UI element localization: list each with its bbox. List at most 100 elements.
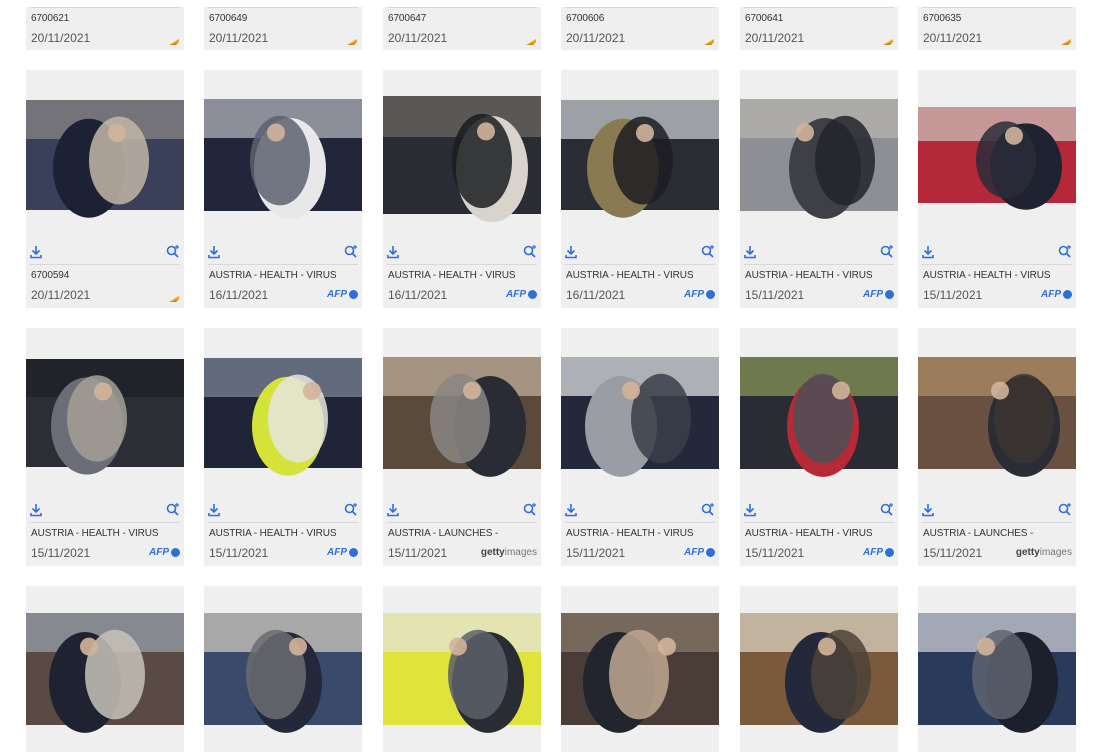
image-date: 20/11/2021	[923, 31, 983, 45]
photo-thumbnail[interactable]	[204, 586, 362, 752]
photo-thumbnail[interactable]	[740, 586, 898, 752]
afp-logo: AFP	[863, 289, 894, 300]
image-date: 16/11/2021	[209, 288, 269, 302]
download-icon[interactable]	[30, 503, 42, 517]
photo-thumbnail[interactable]	[918, 586, 1076, 752]
card-actions	[383, 500, 541, 522]
zoom-in-icon[interactable]	[880, 502, 894, 516]
card-actions	[204, 500, 362, 522]
image-title: AUSTRIA - HEALTH - VIRUS	[209, 270, 337, 281]
divider	[565, 522, 715, 523]
photo-thumbnail[interactable]	[26, 586, 184, 752]
photo-thumbnail[interactable]	[26, 328, 184, 498]
zoom-in-icon[interactable]	[166, 502, 180, 516]
photo-thumbnail[interactable]	[204, 70, 362, 240]
image-card[interactable]: AUSTRIA - HEALTH - VIRUS 15/11/2021 AFP	[740, 328, 898, 566]
image-card[interactable]: AUSTRIA - HEALTH - VIRUS 16/11/2021 AFP	[383, 70, 541, 308]
image-card[interactable]	[740, 586, 898, 752]
image-card[interactable]: AUSTRIA - HEALTH - VIRUS 16/11/2021 AFP	[204, 70, 362, 308]
image-card[interactable]: AUSTRIA - HEALTH - VIRUS 15/11/2021 AFP	[918, 70, 1076, 308]
zoom-in-icon[interactable]	[701, 244, 715, 258]
divider	[208, 264, 358, 265]
photo-thumbnail[interactable]	[918, 328, 1076, 498]
image-date: 16/11/2021	[566, 288, 626, 302]
image-card[interactable]	[383, 586, 541, 752]
zoom-in-icon[interactable]	[344, 244, 358, 258]
photo-thumbnail[interactable]	[383, 328, 541, 498]
image-card[interactable]: AUSTRIA - LAUNCHES - 15/11/2021 gettyimage…	[918, 328, 1076, 566]
image-card[interactable]: AUSTRIA - HEALTH - VIRUS 15/11/2021 AFP	[561, 328, 719, 566]
zoom-in-icon[interactable]	[880, 244, 894, 258]
zoom-in-icon[interactable]	[1058, 244, 1072, 258]
download-icon[interactable]	[208, 245, 220, 259]
zoom-in-icon[interactable]	[1058, 502, 1072, 516]
zoom-in-icon[interactable]	[344, 502, 358, 516]
divider	[922, 522, 1072, 523]
image-date: 15/11/2021	[923, 288, 983, 302]
download-icon[interactable]	[744, 245, 756, 259]
zoom-in-icon[interactable]	[166, 244, 180, 258]
image-card[interactable]: AUSTRIA - HEALTH - VIRUS 16/11/2021 AFP	[561, 70, 719, 308]
image-card[interactable]	[204, 586, 362, 752]
download-icon[interactable]	[387, 245, 399, 259]
photo-thumbnail[interactable]	[383, 586, 541, 752]
image-title: AUSTRIA - HEALTH - VIRUS	[745, 270, 873, 281]
flag-icon	[525, 33, 537, 51]
download-icon[interactable]	[387, 503, 399, 517]
image-title: AUSTRIA - LAUNCHES -	[388, 528, 499, 539]
photo-thumbnail[interactable]	[740, 70, 898, 240]
image-card[interactable]	[918, 586, 1076, 752]
image-id: 6700649	[209, 13, 248, 24]
download-icon[interactable]	[30, 245, 42, 259]
zoom-in-icon[interactable]	[523, 502, 537, 516]
photo-thumbnail[interactable]	[918, 70, 1076, 240]
zoom-in-icon[interactable]	[701, 502, 715, 516]
image-card[interactable]: AUSTRIA - HEALTH - VIRUS 15/11/2021 AFP	[204, 328, 362, 566]
flag-icon	[346, 33, 358, 51]
image-card[interactable]: 6700647 20/11/2021	[383, 7, 541, 50]
photo-thumbnail[interactable]	[26, 70, 184, 240]
image-card[interactable]	[561, 586, 719, 752]
image-title: AUSTRIA - HEALTH - VIRUS	[566, 528, 694, 539]
zoom-in-icon[interactable]	[523, 244, 537, 258]
photo-thumbnail[interactable]	[740, 328, 898, 498]
image-id: 6700635	[923, 13, 962, 24]
afp-logo: AFP	[1041, 289, 1072, 300]
getty-images-logo: gettyimages	[1015, 547, 1072, 558]
photo-thumbnail[interactable]	[561, 586, 719, 752]
image-results-grid: 6700621 20/11/2021 6700649 20/11/2021 670064…	[0, 0, 1100, 752]
image-title: AUSTRIA - HEALTH - VIRUS	[31, 528, 159, 539]
image-title: AUSTRIA - LAUNCHES -	[923, 528, 1034, 539]
afp-logo: AFP	[327, 547, 358, 558]
card-actions	[204, 242, 362, 264]
flag-icon	[168, 290, 180, 308]
image-card[interactable]: AUSTRIA - HEALTH - VIRUS 15/11/2021 AFP	[740, 70, 898, 308]
photo-thumbnail[interactable]	[204, 328, 362, 498]
image-card[interactable]: 6700635 20/11/2021	[918, 7, 1076, 50]
image-id: 6700621	[31, 13, 70, 24]
image-card[interactable]: 6700621 20/11/2021	[26, 7, 184, 50]
photo-thumbnail[interactable]	[561, 70, 719, 240]
photo-thumbnail[interactable]	[561, 328, 719, 498]
photo-thumbnail[interactable]	[383, 70, 541, 240]
download-icon[interactable]	[565, 503, 577, 517]
image-title: AUSTRIA - HEALTH - VIRUS	[566, 270, 694, 281]
download-icon[interactable]	[565, 245, 577, 259]
image-card[interactable]: AUSTRIA - LAUNCHES - 15/11/2021 gettyimage…	[383, 328, 541, 566]
divider	[30, 264, 180, 265]
afp-logo: AFP	[684, 547, 715, 558]
download-icon[interactable]	[208, 503, 220, 517]
image-card[interactable]: 6700641 20/11/2021	[740, 7, 898, 50]
afp-logo: AFP	[506, 289, 537, 300]
download-icon[interactable]	[922, 245, 934, 259]
image-card[interactable]	[26, 586, 184, 752]
image-card[interactable]: 6700594 20/11/2021	[26, 70, 184, 308]
image-date: 15/11/2021	[745, 546, 805, 560]
download-icon[interactable]	[922, 503, 934, 517]
image-card[interactable]: AUSTRIA - HEALTH - VIRUS 15/11/2021 AFP	[26, 328, 184, 566]
divider	[30, 522, 180, 523]
divider	[565, 7, 715, 8]
image-card[interactable]: 6700649 20/11/2021	[204, 7, 362, 50]
download-icon[interactable]	[744, 503, 756, 517]
image-card[interactable]: 6700606 20/11/2021	[561, 7, 719, 50]
